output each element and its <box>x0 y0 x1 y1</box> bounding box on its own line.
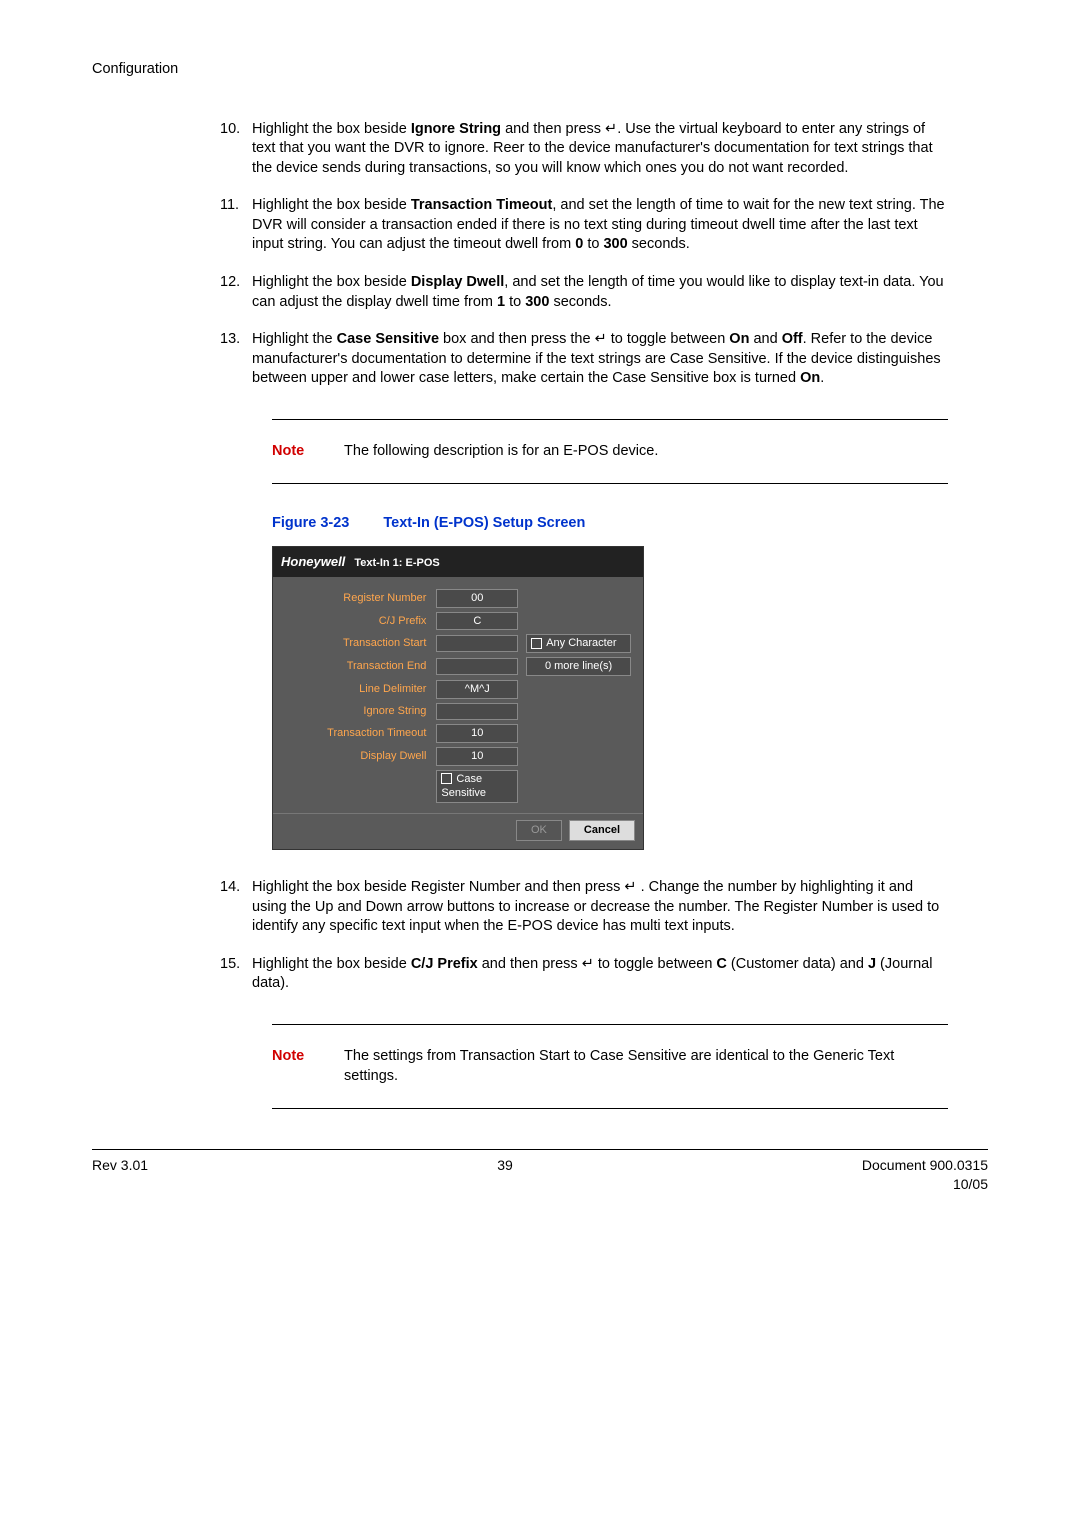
table-row: Transaction Start Any Character <box>281 632 635 655</box>
field-value[interactable]: 10 <box>432 722 522 745</box>
table-row: Register Number00 <box>281 587 635 610</box>
table-row: C/J PrefixC <box>281 610 635 633</box>
footer-rev: Rev 3.01 <box>92 1156 148 1194</box>
epos-setup-screenshot: Honeywell Text-In 1: E-POS Register Numb… <box>272 546 644 850</box>
field-extra-empty <box>522 722 635 745</box>
field-extra-empty <box>522 745 635 768</box>
field-label: Transaction Start <box>281 632 432 655</box>
table-row: Transaction Timeout10 <box>281 722 635 745</box>
field-label: Transaction End <box>281 655 432 678</box>
checkbox-icon[interactable] <box>531 638 542 649</box>
field-label: Display Dwell <box>281 745 432 768</box>
case-sensitive-checkbox[interactable]: Case Sensitive <box>432 768 522 806</box>
field-value[interactable] <box>432 632 522 655</box>
window-title: Text-In 1: E-POS <box>354 557 439 569</box>
steps-list-2: 14. Highlight the box beside Register Num… <box>222 878 948 994</box>
field-label: Line Delimiter <box>281 678 432 701</box>
cancel-button[interactable]: Cancel <box>569 820 635 841</box>
field-value[interactable] <box>432 701 522 722</box>
note-block-2: Note The settings from Transaction Start… <box>272 1024 948 1109</box>
step-item: 12. Highlight the box beside Display Dwel… <box>222 273 948 312</box>
step-text: Highlight the box beside Ignore String a… <box>252 121 933 176</box>
note-text: The following description is for an E-PO… <box>344 442 940 462</box>
brand-logo: Honeywell <box>281 554 345 569</box>
step-number: 11. <box>220 196 239 216</box>
footer-doc: Document 900.0315 10/05 <box>862 1156 988 1194</box>
field-label: Transaction Timeout <box>281 722 432 745</box>
ok-button[interactable]: OK <box>516 820 562 841</box>
field-label: Ignore String <box>281 701 432 722</box>
note-label: Note <box>272 442 340 462</box>
step-item: 11. Highlight the box beside Transaction … <box>222 196 948 255</box>
field-extra-empty <box>522 610 635 633</box>
screenshot-body: Register Number00C/J PrefixCTransaction … <box>273 577 643 814</box>
section-title: Configuration <box>92 61 178 77</box>
field-value[interactable]: ^M^J <box>432 678 522 701</box>
figure-caption: Figure 3-23 Text-In (E-POS) Setup Screen <box>272 514 948 534</box>
step-text: Highlight the Case Sensitive box and the… <box>252 331 941 386</box>
field-value[interactable]: 00 <box>432 587 522 610</box>
step-item: 13. Highlight the Case Sensitive box and … <box>222 330 948 389</box>
field-label: C/J Prefix <box>281 610 432 633</box>
field-label: Register Number <box>281 587 432 610</box>
figure-label: Figure 3-23 <box>272 515 349 531</box>
step-text: Highlight the box beside Transaction Tim… <box>252 197 945 252</box>
table-row: Display Dwell10 <box>281 745 635 768</box>
page-footer: Rev 3.01 39 Document 900.0315 10/05 <box>92 1149 988 1194</box>
field-value[interactable]: C <box>432 610 522 633</box>
screenshot-buttons: OK Cancel <box>273 813 643 849</box>
table-row: Transaction End 0 more line(s) <box>281 655 635 678</box>
checkbox-icon[interactable] <box>441 773 452 784</box>
step-item: 10. Highlight the box beside Ignore Strin… <box>222 120 948 179</box>
step-text: Highlight the box beside C/J Prefix and … <box>252 956 932 992</box>
step-number: 10. <box>220 120 240 140</box>
note-text: The settings from Transaction Start to C… <box>344 1047 940 1086</box>
table-row: Case Sensitive <box>281 768 635 806</box>
screenshot-titlebar: Honeywell Text-In 1: E-POS <box>273 547 643 577</box>
step-text: Highlight the box beside Register Number… <box>252 879 939 934</box>
field-extra-empty <box>522 678 635 701</box>
footer-page: 39 <box>497 1156 513 1194</box>
field-value[interactable]: 10 <box>432 745 522 768</box>
table-row: Line Delimiter^M^J <box>281 678 635 701</box>
step-text: Highlight the box beside Display Dwell, … <box>252 274 944 310</box>
table-row: Ignore String <box>281 701 635 722</box>
step-item: 14. Highlight the box beside Register Num… <box>222 878 948 937</box>
note-block-1: Note The following description is for an… <box>272 419 948 485</box>
figure-title: Text-In (E-POS) Setup Screen <box>383 515 585 531</box>
step-number: 14. <box>220 878 240 898</box>
step-number: 13. <box>220 330 240 350</box>
main-content: 10. Highlight the box beside Ignore Strin… <box>222 120 948 1110</box>
field-extra-empty <box>522 587 635 610</box>
step-number: 15. <box>220 955 240 975</box>
step-item: 15. Highlight the box beside C/J Prefix a… <box>222 955 948 994</box>
settings-table: Register Number00C/J PrefixCTransaction … <box>281 587 635 806</box>
steps-list: 10. Highlight the box beside Ignore Strin… <box>222 120 948 389</box>
note-label: Note <box>272 1047 340 1067</box>
field-extra-value[interactable]: 0 more line(s) <box>522 655 635 678</box>
step-number: 12. <box>220 273 240 293</box>
field-value[interactable] <box>432 655 522 678</box>
page-header: Configuration <box>92 60 988 80</box>
field-extra-checkbox[interactable]: Any Character <box>522 632 635 655</box>
field-extra-empty <box>522 701 635 722</box>
